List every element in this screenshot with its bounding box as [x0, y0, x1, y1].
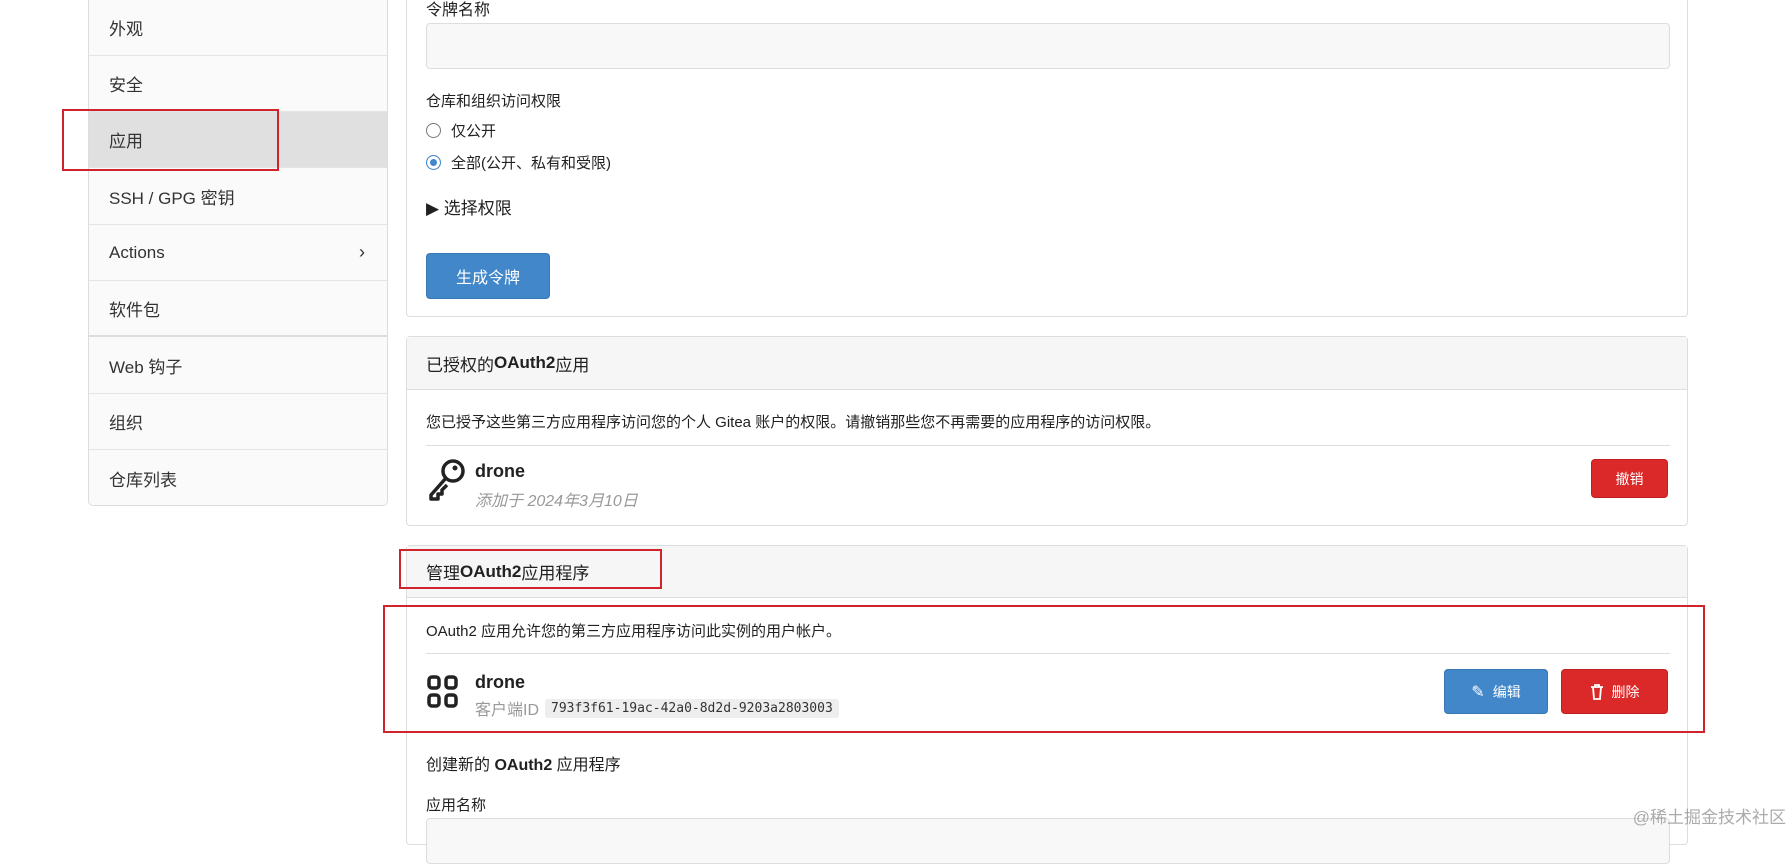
highlight-box — [62, 109, 279, 171]
label: 软件包 — [109, 300, 160, 320]
label: 外观 — [109, 20, 143, 39]
authorized-oauth2-card: 已授权的 OAuth2 应用 您已授予这些第三方应用程序访问您的个人 Gitea… — [406, 336, 1688, 526]
sidebar-item-organizations[interactable]: 组织 — [89, 394, 387, 450]
chevron-right-icon: › — [359, 242, 365, 262]
label: Actions — [109, 242, 165, 262]
key-icon — [429, 459, 465, 501]
sidebar-item-repositories[interactable]: 仓库列表 — [89, 450, 387, 506]
title: 已授权的 — [426, 355, 494, 375]
card-header: 已授权的 OAuth2 应用 — [407, 337, 1687, 390]
sidebar-item-security[interactable]: 安全 — [89, 56, 387, 112]
token-card: 令牌名称 仓库和组织访问权限 仅公开 全部(公开、私有和受限) ▶ 选择权限 生… — [406, 0, 1688, 317]
create-oauth2-heading: 创建新的 OAuth2 应用程序 — [426, 751, 621, 775]
access-label: 仓库和组织访问权限 — [426, 93, 562, 110]
text: 创建新的 — [426, 757, 495, 774]
title-bold: OAuth2 — [494, 353, 556, 372]
authorized-date: 添加于 2024年3月10日 — [475, 493, 638, 510]
highlight-box — [383, 605, 1705, 733]
divider — [426, 445, 1670, 446]
text-bold: OAuth2 — [494, 757, 553, 774]
token-name-input[interactable] — [426, 23, 1670, 69]
watermark: @稀土掘金技术社区 — [1632, 808, 1786, 827]
sidebar-item-packages[interactable]: 软件包 — [89, 281, 387, 337]
radio-button-selected[interactable] — [426, 155, 441, 170]
label: 全部(公开、私有和受限) — [451, 155, 611, 172]
label: 组织 — [109, 414, 143, 433]
app-name-label: 应用名称 — [426, 797, 487, 814]
token-name-label: 令牌名称 — [426, 2, 491, 19]
label: 仓库列表 — [109, 470, 177, 490]
label: Web 钩子 — [109, 358, 183, 377]
title-suffix: 应用 — [555, 355, 590, 375]
settings-sidebar: 外观 安全 应用 SSH / GPG 密钥 Actions › 软件包 Web 钩… — [88, 0, 388, 506]
label: SSH / GPG 密钥 — [109, 189, 235, 208]
sidebar-item-appearance[interactable]: 外观 — [89, 0, 387, 56]
app-name-input[interactable] — [426, 818, 1670, 864]
radio-public-only[interactable]: 仅公开 — [426, 120, 496, 141]
revoke-button[interactable]: 撤销 — [1591, 459, 1668, 498]
generate-token-button[interactable]: 生成令牌 — [426, 253, 550, 299]
authorized-description: 您已授予这些第三方应用程序访问您的个人 Gitea 账户的权限。请撤销那些您不再… — [426, 414, 1161, 431]
sidebar-item-webhooks[interactable]: Web 钩子 — [89, 338, 387, 394]
radio-button[interactable] — [426, 123, 441, 138]
text-suffix: 应用程序 — [552, 757, 621, 774]
select-permissions-toggle[interactable]: ▶ 选择权限 — [426, 194, 512, 219]
sidebar-item-ssh-gpg-keys[interactable]: SSH / GPG 密钥 — [89, 169, 387, 225]
highlight-box — [399, 549, 662, 589]
label: 安全 — [109, 76, 143, 95]
label: 仅公开 — [451, 123, 497, 140]
sidebar-item-actions[interactable]: Actions › — [89, 225, 387, 281]
radio-all[interactable]: 全部(公开、私有和受限) — [426, 152, 611, 173]
authorized-app-name: drone — [475, 461, 526, 481]
